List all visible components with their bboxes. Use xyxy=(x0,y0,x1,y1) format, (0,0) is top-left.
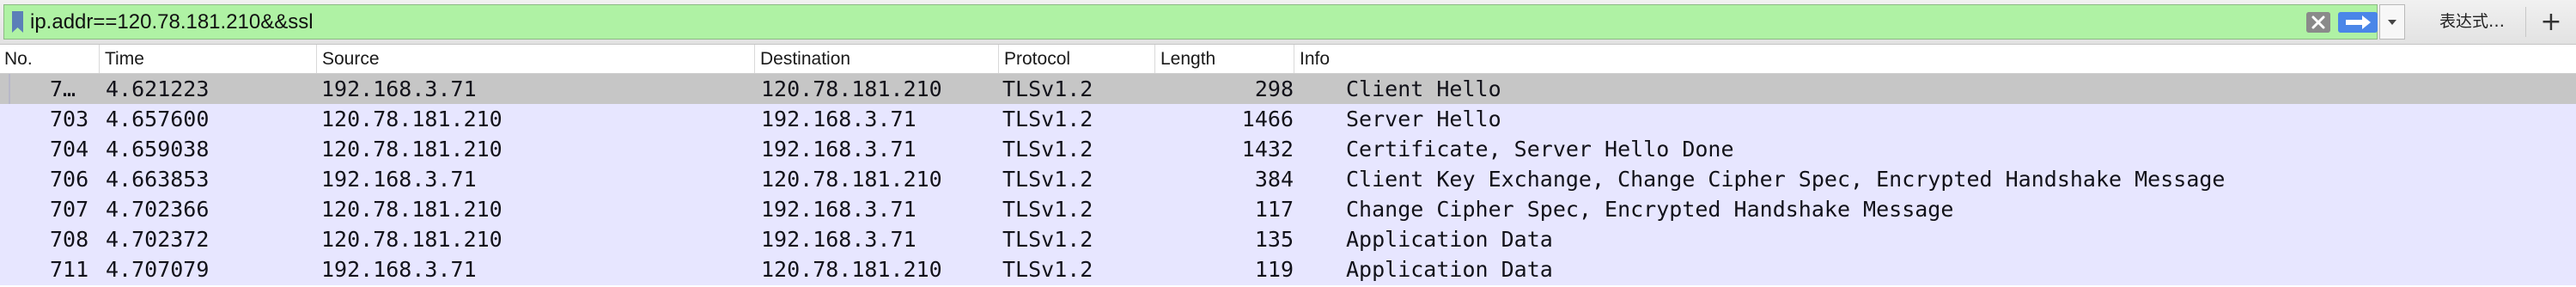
packet-info: Client Hello xyxy=(1346,76,1501,101)
packet-length: 1466 xyxy=(1241,107,1294,131)
packet-destination: 120.78.181.210 xyxy=(761,167,942,192)
packet-destination: 192.168.3.71 xyxy=(761,227,917,252)
column-header-info[interactable]: Info xyxy=(1294,45,2576,73)
packet-info: Application Data xyxy=(1346,227,1553,252)
bookmark-icon[interactable] xyxy=(12,11,23,33)
packet-length: 119 xyxy=(1254,257,1294,282)
packet-time: 4.657600 xyxy=(106,107,210,131)
packet-protocol: TLSv1.2 xyxy=(1002,227,1093,252)
packet-protocol: TLSv1.2 xyxy=(1002,137,1093,162)
packet-no: 703 xyxy=(50,107,89,131)
packet-protocol: TLSv1.2 xyxy=(1002,167,1093,192)
packet-length: 298 xyxy=(1254,76,1294,101)
packet-no: 711 xyxy=(50,257,89,282)
packet-destination: 192.168.3.71 xyxy=(761,197,917,222)
packet-source: 120.78.181.210 xyxy=(321,227,502,252)
packet-time: 4.659038 xyxy=(106,137,210,162)
packet-row[interactable]: 703 4.657600 120.78.181.210 192.168.3.71… xyxy=(0,104,2576,135)
packet-row[interactable]: 706 4.663853 192.168.3.71 120.78.181.210… xyxy=(0,164,2576,195)
apply-filter-arrow-icon[interactable] xyxy=(2338,12,2378,33)
expression-button[interactable]: 表达式… xyxy=(2419,4,2525,40)
packet-protocol: TLSv1.2 xyxy=(1002,76,1093,101)
packet-destination: 192.168.3.71 xyxy=(761,137,917,162)
packet-time: 4.702372 xyxy=(106,227,210,252)
packet-source: 120.78.181.210 xyxy=(321,107,502,131)
packet-list-header: No. Time Source Destination Protocol Len… xyxy=(0,45,2576,74)
packet-row[interactable]: 708 4.702372 120.78.181.210 192.168.3.71… xyxy=(0,224,2576,255)
packet-protocol: TLSv1.2 xyxy=(1002,197,1093,222)
packet-protocol: TLSv1.2 xyxy=(1002,107,1093,131)
add-filter-button[interactable]: + xyxy=(2534,4,2568,40)
clear-filter-icon[interactable] xyxy=(2306,12,2330,33)
packet-destination: 120.78.181.210 xyxy=(761,76,942,101)
packet-destination: 192.168.3.71 xyxy=(761,107,917,131)
packet-no: 706 xyxy=(50,167,89,192)
packet-info: Application Data xyxy=(1346,257,1553,282)
display-filter-input[interactable] xyxy=(30,5,2289,39)
packet-row[interactable]: 704 4.659038 120.78.181.210 192.168.3.71… xyxy=(0,134,2576,165)
packet-no: 704 xyxy=(50,137,89,162)
display-filter-field[interactable] xyxy=(3,4,2378,40)
packet-info: Server Hello xyxy=(1346,107,1501,131)
packet-info: Certificate, Server Hello Done xyxy=(1346,137,1734,162)
packet-no: 708 xyxy=(50,227,89,252)
packet-source: 120.78.181.210 xyxy=(321,137,502,162)
packet-row[interactable]: 711 4.707079 192.168.3.71 120.78.181.210… xyxy=(0,254,2576,285)
packet-source: 192.168.3.71 xyxy=(321,257,477,282)
column-header-length[interactable]: Length xyxy=(1154,45,1294,73)
column-header-destination[interactable]: Destination xyxy=(754,45,998,73)
column-header-protocol[interactable]: Protocol xyxy=(998,45,1154,73)
chevron-down-icon xyxy=(2388,20,2396,25)
packet-time: 4.663853 xyxy=(106,167,210,192)
packet-length: 1432 xyxy=(1241,137,1294,162)
filter-history-dropdown[interactable] xyxy=(2379,4,2405,40)
packet-length: 135 xyxy=(1254,227,1294,252)
column-header-no[interactable]: No. xyxy=(0,45,99,73)
display-filter-toolbar: 表达式… + xyxy=(0,0,2576,45)
packet-time: 4.707079 xyxy=(106,257,210,282)
column-header-source[interactable]: Source xyxy=(316,45,754,73)
conversation-gutter xyxy=(9,74,10,105)
packet-length: 117 xyxy=(1254,197,1294,222)
packet-time: 4.621223 xyxy=(106,76,210,101)
packet-length: 384 xyxy=(1254,167,1294,192)
toolbar-divider xyxy=(2525,7,2526,37)
packet-no: 707 xyxy=(50,197,89,222)
column-header-time[interactable]: Time xyxy=(99,45,316,73)
packet-destination: 120.78.181.210 xyxy=(761,257,942,282)
packet-row[interactable]: 707 4.702366 120.78.181.210 192.168.3.71… xyxy=(0,194,2576,225)
packet-time: 4.702366 xyxy=(106,197,210,222)
packet-source: 192.168.3.71 xyxy=(321,76,477,101)
packet-no: 7… xyxy=(50,76,76,101)
packet-row[interactable]: 7… 4.621223 192.168.3.71 120.78.181.210 … xyxy=(0,74,2576,105)
packet-source: 192.168.3.71 xyxy=(321,167,477,192)
packet-info: Change Cipher Spec, Encrypted Handshake … xyxy=(1346,197,1954,222)
packet-source: 120.78.181.210 xyxy=(321,197,502,222)
packet-info: Client Key Exchange, Change Cipher Spec,… xyxy=(1346,167,2226,192)
packet-list: 7… 4.621223 192.168.3.71 120.78.181.210 … xyxy=(0,74,2576,287)
packet-protocol: TLSv1.2 xyxy=(1002,257,1093,282)
